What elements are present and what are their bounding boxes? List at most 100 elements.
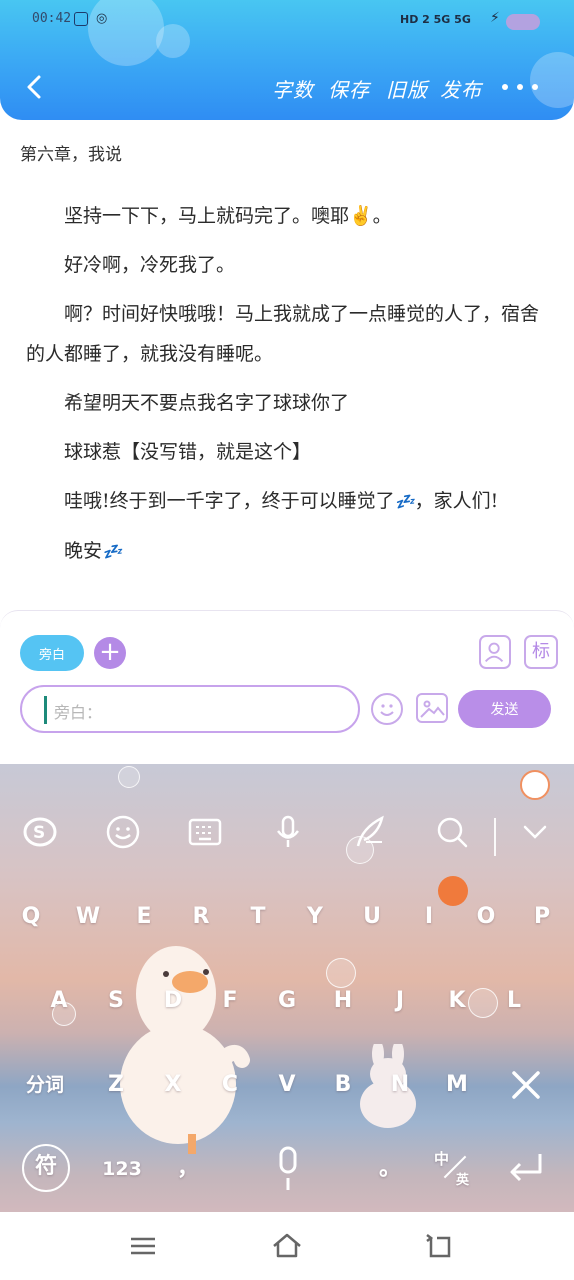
search-icon (437, 817, 468, 848)
more-button[interactable] (502, 82, 538, 92)
key-i[interactable]: I (407, 892, 451, 942)
home-icon (273, 1233, 301, 1258)
key-w[interactable]: W (66, 892, 110, 942)
image-button[interactable] (416, 693, 448, 723)
image-icon (420, 700, 445, 718)
add-role-button[interactable]: + (94, 637, 126, 669)
user-card-icon (484, 642, 504, 662)
emoji-key[interactable] (103, 812, 143, 852)
dialogue-input[interactable]: 旁白： (20, 685, 360, 733)
back-nav-button[interactable] (423, 1230, 455, 1262)
plus-icon: + (99, 637, 121, 667)
key-b[interactable]: B (321, 1060, 365, 1110)
publish-button[interactable]: 发布 (440, 74, 482, 103)
key-s[interactable]: S (94, 976, 138, 1026)
key-l[interactable]: L (492, 976, 536, 1026)
key-u[interactable]: U (350, 892, 394, 942)
paragraph-text: 哇哦!终于到一千字了，终于可以睡觉了 (64, 490, 395, 512)
key-h[interactable]: H (321, 976, 365, 1026)
collapse-down-icon (523, 825, 547, 839)
app-header: 00:42 ◎ HD 2 5G 5G ⚡ 字数 保存 旧版 发布 (0, 0, 574, 120)
comma-key[interactable]: ， (166, 1144, 210, 1194)
voice-input-key[interactable] (268, 812, 308, 852)
key-a[interactable]: A (37, 976, 81, 1026)
send-button[interactable]: 发送 (458, 690, 551, 728)
svg-text:S: S (33, 823, 45, 843)
smile-icon (380, 704, 394, 716)
period-key[interactable]: 。 (368, 1144, 412, 1194)
paragraph-text: ，家人们! (414, 490, 499, 512)
key-y[interactable]: Y (293, 892, 337, 942)
key-q[interactable]: Q (9, 892, 53, 942)
back-icon (426, 1234, 451, 1258)
battery-icon (506, 14, 540, 30)
decor-bubble (118, 766, 140, 788)
backspace-key[interactable] (504, 1060, 548, 1110)
duck-illustration (120, 946, 250, 1154)
key-t[interactable]: T (236, 892, 280, 942)
skin-key[interactable] (350, 812, 390, 852)
key-g[interactable]: G (265, 976, 309, 1026)
menu-icon (131, 1237, 155, 1255)
symbol-label: 符 (34, 1154, 57, 1179)
recents-button[interactable] (127, 1230, 159, 1262)
language-switch-key[interactable]: 中 英 (430, 1144, 478, 1194)
delete-icon (512, 1071, 540, 1099)
chapter-title[interactable]: 第六章，我说 (20, 140, 122, 165)
key-e[interactable]: E (122, 892, 166, 942)
zzz-emoji: 💤 (394, 492, 415, 511)
hide-keyboard-key[interactable] (515, 812, 555, 852)
ime-keyboard: S Q W E R T Y U I O P A S D F G H J K L … (0, 764, 574, 1212)
key-z[interactable]: Z (94, 1060, 138, 1110)
paragraph: 晚安💤 (26, 531, 548, 572)
key-j[interactable]: J (378, 976, 422, 1026)
mark-button[interactable]: 标 (524, 635, 558, 669)
app-notification-icon (74, 12, 88, 26)
mascot-icon[interactable] (520, 770, 550, 800)
key-n[interactable]: N (378, 1060, 422, 1110)
home-button[interactable] (271, 1230, 303, 1262)
microphone-icon (277, 815, 299, 847)
key-x[interactable]: X (151, 1060, 195, 1110)
chevron-left-icon (27, 75, 41, 99)
lang-en-label: 英 (456, 1173, 470, 1188)
segment-key[interactable]: 分词 (13, 1060, 77, 1110)
skin-quill-icon (356, 815, 384, 847)
key-k[interactable]: K (435, 976, 479, 1026)
emoji-icon (106, 815, 140, 849)
key-m[interactable]: M (435, 1060, 479, 1110)
chapter-body[interactable]: 坚持一下下，马上就码完了。噢耶✌️。 好冷啊，冷死我了。 啊？时间好快哦哦！马上… (26, 196, 548, 581)
input-placeholder: 旁白： (54, 703, 103, 722)
microphone-icon (279, 1146, 297, 1190)
more-dot (517, 84, 523, 90)
back-button[interactable] (20, 72, 50, 102)
key-c[interactable]: C (208, 1060, 252, 1110)
role-card-button[interactable] (479, 635, 511, 669)
keyboard-layout-key[interactable] (185, 812, 225, 852)
enter-icon (510, 1154, 542, 1182)
search-key[interactable] (432, 812, 472, 852)
narrator-chip[interactable]: 旁白 (20, 635, 84, 671)
clock: 00:42 (32, 11, 72, 26)
sogou-logo-button[interactable]: S (20, 812, 60, 852)
number-key[interactable]: 123 (90, 1144, 154, 1194)
emoji-button[interactable] (371, 693, 403, 725)
word-count-button[interactable]: 字数 (272, 74, 314, 103)
paragraph: 啊？时间好快哦哦！马上我就成了一点睡觉的人了，宿舍的人都睡了，就我没有睡呢。 (26, 303, 540, 365)
key-v[interactable]: V (265, 1060, 309, 1110)
key-f[interactable]: F (208, 976, 252, 1026)
old-version-button[interactable]: 旧版 (386, 74, 428, 103)
enter-key[interactable] (504, 1144, 548, 1194)
save-button[interactable]: 保存 (328, 74, 370, 103)
symbol-key[interactable]: 符 (22, 1144, 70, 1192)
key-o[interactable]: O (464, 892, 508, 942)
key-d[interactable]: D (151, 976, 195, 1026)
lang-zh-label: 中 (434, 1150, 450, 1168)
space-voice-key[interactable] (266, 1144, 310, 1194)
key-p[interactable]: P (520, 892, 564, 942)
charging-icon: ⚡ (490, 10, 500, 26)
key-r[interactable]: R (179, 892, 223, 942)
dialogue-input-panel: 旁白 + 标 旁白： 发送 (0, 610, 574, 766)
paragraph: 希望明天不要点我名字了球球你了 (64, 392, 350, 414)
editor-toolbar: 字数 保存 旧版 发布 (0, 64, 574, 112)
